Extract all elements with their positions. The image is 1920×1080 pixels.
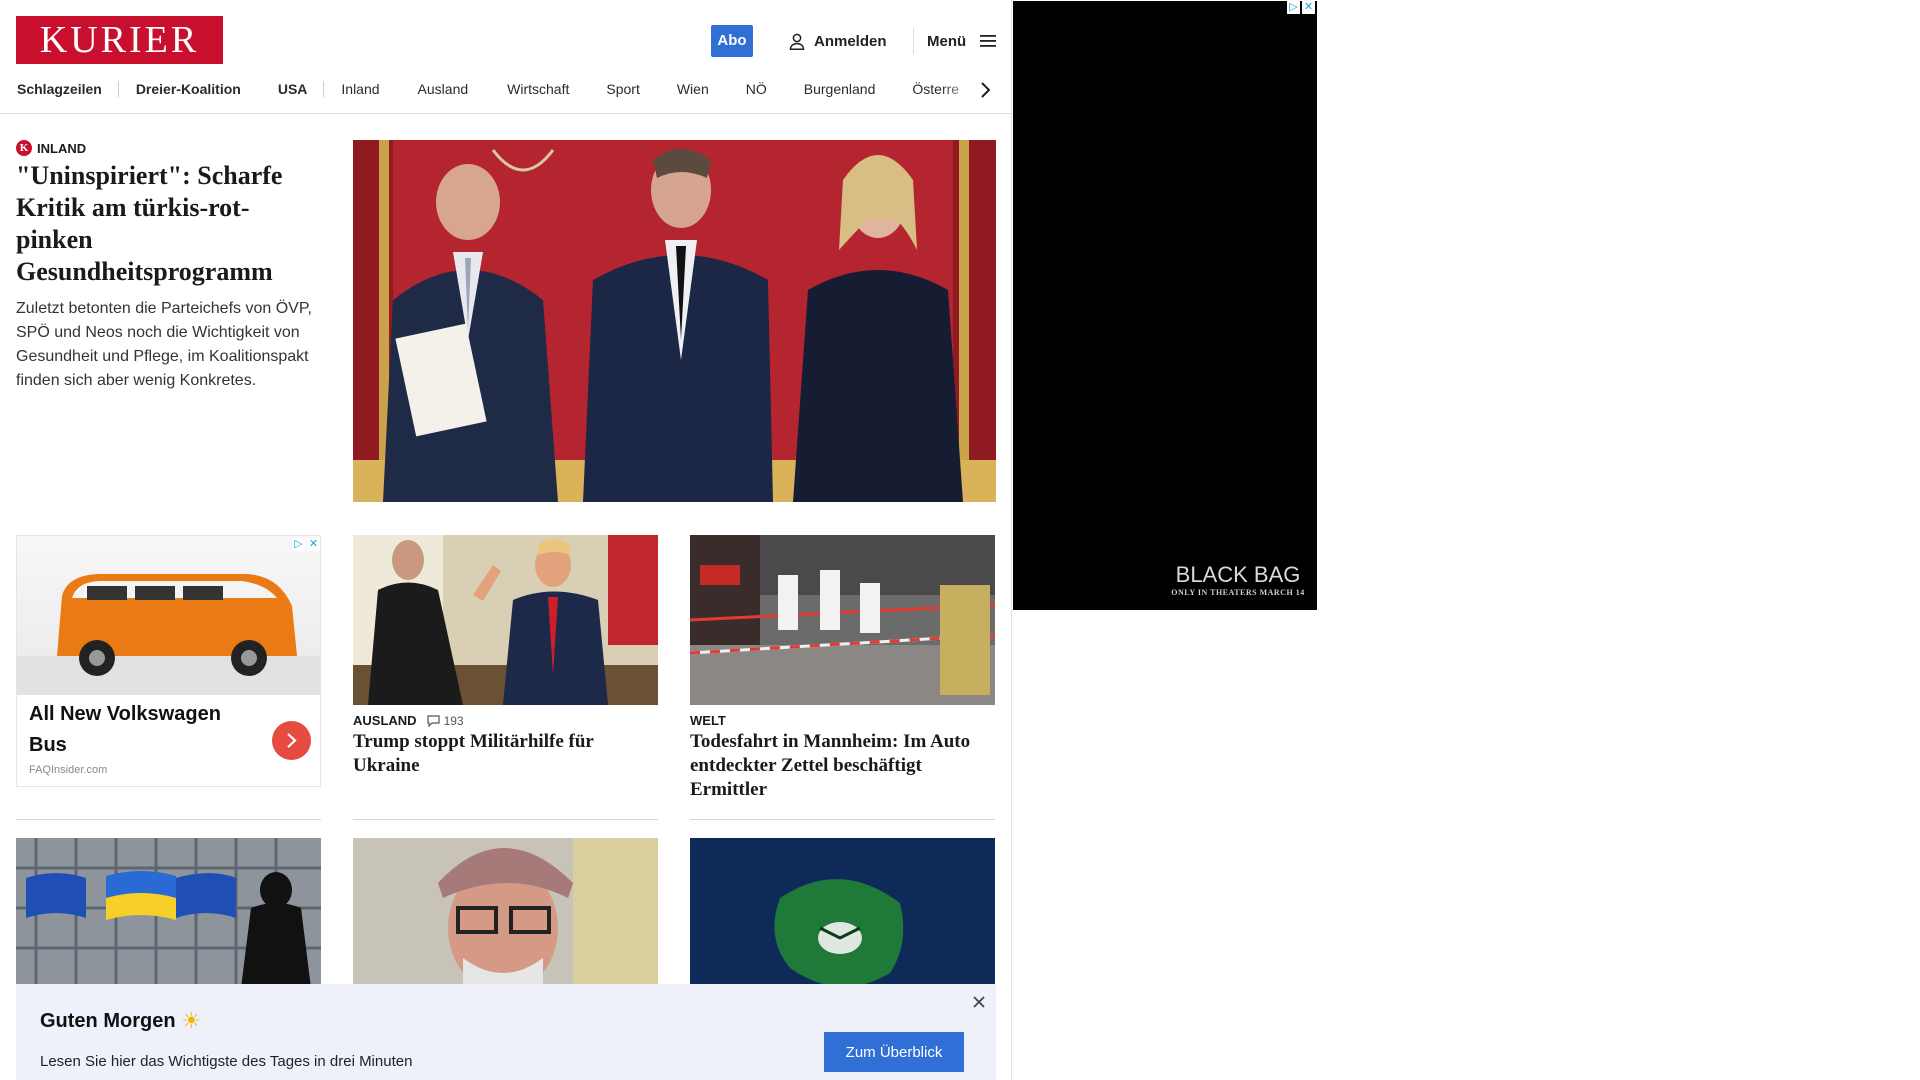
banner-title-row: Guten Morgen ☀ [40, 1008, 201, 1034]
eu-flags-photo [16, 838, 321, 988]
teaser-kicker-row: AUSLAND 193 [353, 713, 464, 728]
section-nav-list: Schlagzeilen Dreier-Koalition USA Inland… [17, 78, 959, 100]
hamburger-icon [980, 35, 997, 47]
comment-icon [426, 714, 440, 727]
comment-count-value: 193 [443, 713, 464, 728]
banner-title: Guten Morgen [40, 1009, 176, 1032]
sun-icon: ☀ [181, 1008, 202, 1033]
login-link[interactable]: Anmelden [789, 25, 887, 57]
sidebar-ad[interactable]: ▷ ✕ BLACK BAG ONLY IN THEATERS MARCH 14 [1013, 1, 1317, 610]
satellite-island-photo [690, 838, 995, 988]
teaser-section-label[interactable]: AUSLAND [353, 713, 417, 728]
sponsored-card[interactable]: ▷ ✕ All New Volkswagen Bus FAQInsider.co… [16, 535, 321, 787]
chevron-right-icon [287, 733, 297, 748]
ad-open-button[interactable] [272, 721, 311, 760]
header-divider [913, 28, 914, 54]
ad-close-icon[interactable]: ✕ [307, 538, 320, 551]
nav-item-noe[interactable]: NÖ [746, 81, 767, 97]
close-icon[interactable] [971, 994, 987, 1010]
ad-choices[interactable]: ▷ ✕ [1287, 1, 1315, 14]
news-site: KURIER Abo Anmelden Menü Schlagzeilen Dr… [0, 0, 1012, 1080]
kurier-logo[interactable]: KURIER [16, 16, 223, 64]
nav-item-dreier-koalition[interactable]: Dreier-Koalition [136, 81, 241, 97]
teaser-image-portrait[interactable] [353, 838, 658, 988]
menu-button[interactable]: Menü [927, 25, 997, 57]
teaser-headline[interactable]: Todesfahrt in Mannheim: Im Auto entdeckt… [690, 730, 995, 802]
nav-item-wirtschaft[interactable]: Wirtschaft [507, 81, 569, 97]
hero-headline[interactable]: "Uninspiriert": Scharfe Kritik am türkis… [16, 160, 316, 288]
hero-photo [353, 140, 996, 502]
teaser-image-island[interactable] [690, 838, 995, 988]
adchoices-icon[interactable]: ▷ [1287, 1, 1300, 14]
ad-close-icon[interactable]: ✕ [1302, 1, 1315, 14]
teaser-image[interactable] [353, 535, 658, 705]
ad-image: ▷ ✕ [17, 536, 320, 695]
nav-item-ausland[interactable]: Ausland [418, 81, 469, 97]
user-icon [789, 33, 805, 50]
chevron-right-icon[interactable] [978, 81, 992, 99]
oval-office-photo [353, 535, 658, 705]
teaser-kicker-row: WELT [690, 713, 726, 728]
hero-lead: Zuletzt betonten die Parteichefs von ÖVP… [16, 300, 312, 389]
nav-item-schlagzeilen[interactable]: Schlagzeilen [17, 81, 102, 97]
adchoices-icon[interactable]: ▷ [292, 538, 305, 551]
hero-kicker: K INLAND [16, 140, 86, 156]
nav-item-sport[interactable]: Sport [606, 81, 639, 97]
ad-card-divider [16, 819, 321, 820]
vw-bus-image [17, 574, 320, 695]
ad-brand: BLACK BAG [1175, 562, 1301, 587]
nav-item-usa[interactable]: USA [278, 81, 308, 97]
abo-button[interactable]: Abo [711, 25, 753, 57]
teaser-card-mannheim[interactable]: WELT Todesfahrt in Mannheim: Im Auto ent… [690, 535, 995, 825]
teaser-headline[interactable]: Trump stoppt Militärhilfe für Ukraine [353, 730, 658, 778]
morning-briefing-banner: Guten Morgen ☀ Lesen Sie hier das Wichti… [16, 984, 996, 1080]
login-label: Anmelden [814, 32, 887, 50]
teaser-section-label[interactable]: WELT [690, 713, 726, 728]
teaser-divider [353, 819, 658, 820]
teaser-image[interactable] [690, 535, 995, 705]
portrait-photo [353, 838, 658, 988]
nav-divider [117, 81, 119, 97]
mannheim-scene-photo [690, 535, 995, 705]
nav-item-inland[interactable]: Inland [341, 81, 379, 97]
ad-tagline: ONLY IN THEATERS MARCH 14 [1171, 588, 1305, 597]
teaser-divider [690, 819, 995, 820]
hero-image[interactable] [353, 140, 996, 502]
nav-fade [940, 78, 1011, 102]
ad-title[interactable]: All New Volkswagen Bus [29, 699, 249, 761]
overview-button[interactable]: Zum Überblick [824, 1032, 964, 1072]
nav-item-wien[interactable]: Wien [677, 81, 709, 97]
nav-divider [323, 81, 325, 97]
site-header: KURIER Abo Anmelden Menü [0, 0, 1011, 80]
section-nav: Schlagzeilen Dreier-Koalition USA Inland… [0, 78, 1011, 114]
ad-source: FAQInsider.com [29, 764, 108, 776]
hero-section-label[interactable]: INLAND [37, 141, 86, 156]
ad-choices[interactable]: ▷ ✕ [292, 538, 320, 551]
comment-count[interactable]: 193 [426, 713, 464, 728]
teaser-card-trump[interactable]: AUSLAND 193 Trump stoppt Militärhilfe fü… [353, 535, 658, 825]
nav-item-burgenland[interactable]: Burgenland [804, 81, 876, 97]
kurier-plus-badge: K [16, 140, 32, 156]
banner-text: Lesen Sie hier das Wichtigste des Tages … [40, 1053, 413, 1070]
menu-label: Menü [927, 32, 967, 50]
teaser-image-eu-flags[interactable] [16, 838, 321, 988]
